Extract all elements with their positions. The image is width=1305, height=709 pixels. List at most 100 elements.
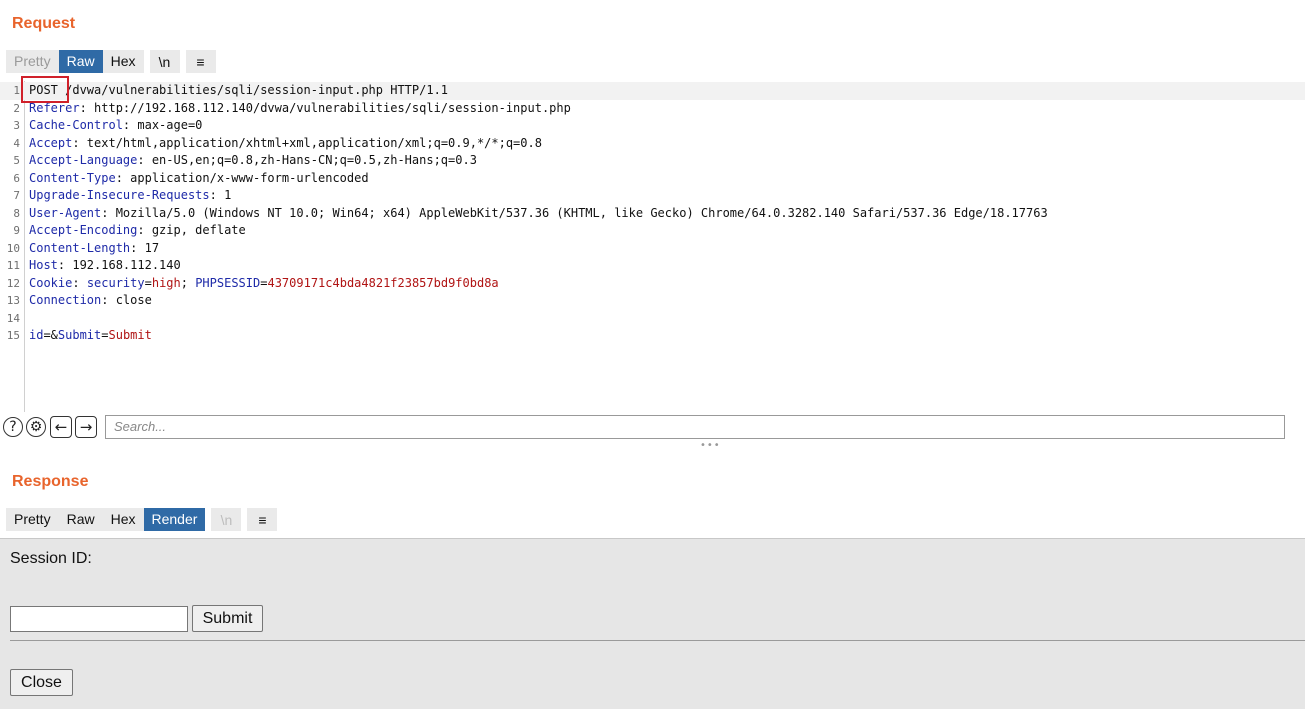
- submit-button[interactable]: Submit: [192, 605, 263, 632]
- code-token: =&: [43, 328, 58, 342]
- request-line[interactable]: 3 Cache-Control: max-age=0: [0, 117, 1305, 135]
- code-token: : http://192.168.112.140/dvwa/vulnerabil…: [79, 100, 571, 115]
- request-line[interactable]: 12 Cookie: security=high; PHPSESSID=43709…: [0, 275, 1305, 293]
- line-text: Host: 192.168.112.140: [29, 257, 181, 275]
- session-id-input[interactable]: [10, 606, 188, 632]
- code-token: : 17: [130, 240, 160, 255]
- line-number: 7: [13, 189, 20, 202]
- code-token: : 1: [209, 188, 232, 202]
- code-token: :: [72, 275, 87, 290]
- line-text: Referer: http://192.168.112.140/dvwa/vul…: [29, 100, 571, 118]
- line-number: 13: [6, 294, 20, 307]
- menu-icon[interactable]: ≡: [185, 50, 216, 73]
- menu-icon[interactable]: ≡: [247, 508, 278, 531]
- line-text: Upgrade-Insecure-Requests: 1: [29, 187, 231, 205]
- line-text: Content-Type: application/x-www-form-url…: [29, 170, 369, 188]
- arrow-right-icon[interactable]: →: [75, 416, 97, 438]
- request-line[interactable]: 15 id=&Submit=Submit: [0, 327, 1305, 345]
- line-number: 14: [6, 311, 20, 325]
- request-title: Request: [12, 15, 76, 32]
- request-bottombar: ? ⚙ ← → Search...: [0, 413, 1305, 441]
- gear-icon[interactable]: ⚙: [26, 417, 46, 437]
- line-text: Accept-Language: en-US,en;q=0.8,zh-Hans-…: [29, 152, 477, 170]
- request-line[interactable]: 1 POST /dvwa/vulnerabilities/sqli/session…: [0, 82, 1305, 100]
- tab-raw[interactable]: Raw: [58, 50, 103, 73]
- code-token: : 192.168.112.140: [57, 258, 181, 272]
- request-line[interactable]: 5 Accept-Language: en-US,en;q=0.8,zh-Hans…: [0, 152, 1305, 170]
- line-text: Content-Length: 17: [29, 240, 159, 258]
- request-line[interactable]: 13 Connection: close: [0, 292, 1305, 310]
- newline-toggle-button[interactable]: \n: [149, 50, 180, 73]
- code-token: : text/html,application/xhtml+xml,applic…: [72, 135, 542, 150]
- line-text: Cookie: security=high; PHPSESSID=4370917…: [29, 275, 499, 293]
- request-tabbar: Pretty Raw Hex \n ≡: [6, 50, 216, 73]
- line-text: id=&Submit=Submit: [29, 327, 152, 345]
- request-line[interactable]: 2 Referer: http://192.168.112.140/dvwa/vu…: [0, 100, 1305, 118]
- line-text: POST /dvwa/vulnerabilities/sqli/session-…: [29, 82, 448, 100]
- line-text: Accept: text/html,application/xhtml+xml,…: [29, 135, 542, 153]
- line-number: 12: [6, 276, 20, 290]
- line-number: 3: [13, 119, 20, 132]
- rendered-response: Session ID: Submit Close: [0, 538, 1305, 709]
- request-line[interactable]: 10 Content-Length: 17: [0, 240, 1305, 258]
- code-token: Cache-Control: [29, 118, 123, 132]
- tab-hex[interactable]: Hex: [103, 508, 144, 531]
- code-token: PHPSESSID: [195, 275, 261, 290]
- request-line[interactable]: 8 User-Agent: Mozilla/5.0 (Windows NT 10.…: [0, 205, 1305, 223]
- response-view-tabs: Pretty Raw Hex Render: [6, 508, 206, 531]
- tab-pretty[interactable]: Pretty: [6, 50, 59, 73]
- tab-render[interactable]: Render: [143, 508, 206, 531]
- code-token: Cookie: [29, 275, 73, 290]
- code-token: Accept-Encoding: [29, 223, 138, 237]
- code-token: : gzip, deflate: [137, 223, 246, 237]
- code-token: POST /dvwa/vulnerabilities/sqli/session-…: [29, 83, 449, 97]
- line-number: 8: [13, 206, 20, 220]
- request-line[interactable]: 14: [0, 310, 1305, 328]
- code-token: security: [86, 275, 145, 290]
- search-input[interactable]: Search...: [105, 415, 1285, 439]
- newline-toggle-button[interactable]: \n: [211, 508, 242, 531]
- code-token: User-Agent: [29, 205, 102, 220]
- help-icon[interactable]: ?: [3, 417, 23, 437]
- tab-raw[interactable]: Raw: [59, 508, 103, 531]
- code-token: ;: [180, 275, 196, 290]
- line-text: Cache-Control: max-age=0: [29, 117, 202, 135]
- panel-splitter-handle[interactable]: •••: [700, 440, 721, 451]
- line-text: Connection: close: [29, 292, 152, 310]
- line-text: User-Agent: Mozilla/5.0 (Windows NT 10.0…: [29, 205, 1048, 223]
- line-number: 10: [6, 241, 20, 255]
- line-number: 2: [13, 101, 20, 115]
- line-number: 6: [13, 171, 20, 185]
- code-token: : close: [101, 293, 152, 307]
- request-view-tabs: Pretty Raw Hex: [6, 50, 144, 73]
- request-line[interactable]: 9 Accept-Encoding: gzip, deflate: [0, 222, 1305, 240]
- arrow-left-icon[interactable]: ←: [50, 416, 72, 438]
- line-number: 11: [6, 259, 20, 272]
- line-number: 1: [13, 84, 20, 97]
- request-line[interactable]: 11 Host: 192.168.112.140: [0, 257, 1305, 275]
- code-token: Submit: [57, 328, 102, 342]
- request-line[interactable]: 4 Accept: text/html,application/xhtml+xml…: [0, 135, 1305, 153]
- response-tabbar: Pretty Raw Hex Render \n ≡: [6, 508, 278, 531]
- code-token: =: [101, 328, 109, 342]
- code-token: Submit: [108, 328, 152, 342]
- response-title: Response: [12, 473, 89, 490]
- code-token: : en-US,en;q=0.8,zh-Hans-CN;q=0.5,zh-Han…: [137, 153, 477, 167]
- line-number: 5: [13, 154, 20, 167]
- code-token: Connection: [29, 293, 102, 307]
- code-token: Accept-Language: [29, 153, 138, 167]
- close-button[interactable]: Close: [10, 669, 73, 696]
- tab-hex[interactable]: Hex: [103, 50, 144, 73]
- code-token: : Mozilla/5.0 (Windows NT 10.0; Win64; x…: [101, 205, 1048, 220]
- code-token: Content-Type: [29, 170, 116, 185]
- line-number: 4: [13, 136, 20, 150]
- code-token: Content-Length: [29, 240, 131, 255]
- tab-pretty[interactable]: Pretty: [6, 508, 59, 531]
- code-token: id: [29, 328, 44, 342]
- request-line[interactable]: 7 Upgrade-Insecure-Requests: 1: [0, 187, 1305, 205]
- code-token: =: [144, 275, 152, 290]
- divider: [10, 640, 1305, 641]
- request-line[interactable]: 6 Content-Type: application/x-www-form-ur…: [0, 170, 1305, 188]
- method-highlight-box: [21, 76, 69, 103]
- request-editor[interactable]: 1 POST /dvwa/vulnerabilities/sqli/session…: [0, 81, 1305, 412]
